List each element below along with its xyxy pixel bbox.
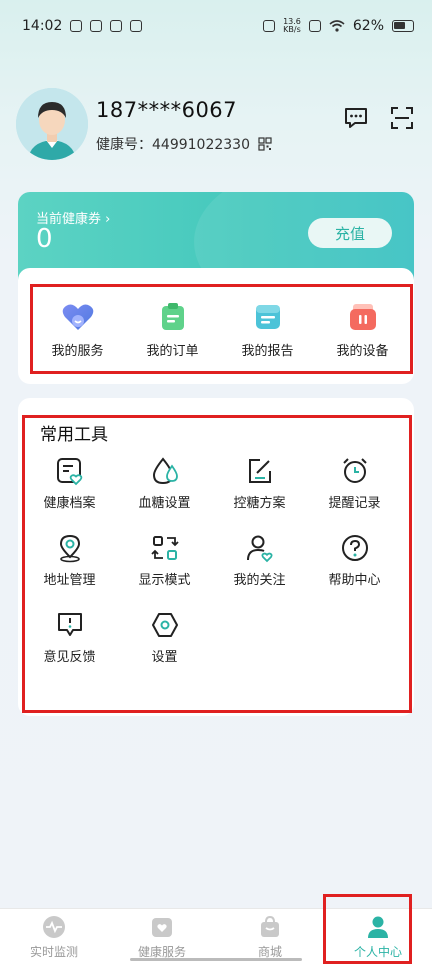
network-speed: 13.6 KB/s — [283, 18, 301, 34]
home-indicator — [130, 958, 302, 961]
avatar[interactable] — [16, 88, 88, 160]
settings-notification-icon — [130, 20, 143, 32]
scan-icon — [391, 107, 413, 129]
recharge-button[interactable]: 充值 — [308, 218, 392, 248]
mail-icon — [90, 20, 103, 32]
shopping-bag-icon — [261, 915, 279, 937]
nav-label: 商城 — [257, 944, 282, 959]
status-left: 14:02 — [22, 18, 143, 34]
vibrate-icon — [263, 20, 276, 32]
sim-icon — [308, 20, 321, 32]
battery-percent: 62% — [352, 18, 384, 34]
user-phone: 187****6067 — [96, 98, 238, 122]
pulse-icon — [43, 915, 65, 938]
status-time: 14:02 — [22, 18, 63, 34]
status-bar: 14:02 13.6 KB/s 62% — [0, 0, 432, 52]
highlight-box-tools — [22, 415, 412, 713]
scan-button[interactable] — [388, 104, 416, 132]
network-speed-unit: KB/s — [283, 25, 301, 34]
avatar-illustration-icon — [16, 88, 88, 160]
message-icon — [345, 108, 367, 128]
health-id: 健康号：44991022330 — [96, 134, 273, 154]
health-service-icon — [152, 917, 172, 937]
nav-label: 健康服务 — [137, 944, 186, 959]
qr-code-icon[interactable] — [258, 137, 273, 151]
health-id-value: 44991022330 — [152, 137, 250, 153]
coupon-value: 0 — [36, 224, 53, 254]
health-id-label: 健康号： — [96, 137, 152, 153]
wifi-icon — [329, 20, 345, 32]
highlight-box-services — [30, 284, 413, 374]
battery-icon — [392, 20, 414, 32]
tiktok-icon — [110, 20, 123, 32]
profile-header: 187****6067 健康号：44991022330 — [16, 88, 416, 160]
nav-item-health-service[interactable]: 健康服务 — [108, 909, 216, 965]
message-button[interactable] — [342, 104, 370, 132]
app-notification-icon — [70, 20, 83, 32]
highlight-box-personal-center — [323, 894, 412, 964]
nav-item-mall[interactable]: 商城 — [216, 909, 324, 965]
nav-item-realtime-monitor[interactable]: 实时监测 — [0, 909, 108, 965]
nav-label: 实时监测 — [29, 944, 78, 959]
header-actions — [342, 104, 416, 132]
status-right: 13.6 KB/s 62% — [263, 18, 414, 34]
